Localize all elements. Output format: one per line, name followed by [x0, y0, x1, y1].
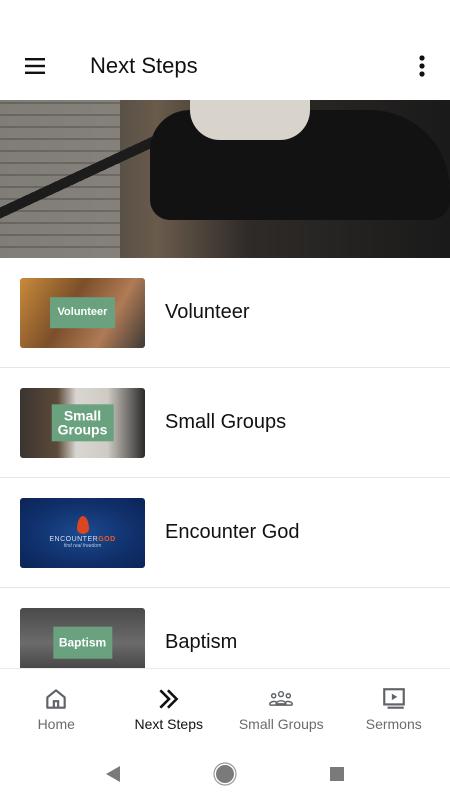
thumbnail-badge: Baptism [52, 626, 113, 659]
list-item-label: Small Groups [165, 411, 287, 433]
list-item-label: Baptism [165, 631, 238, 653]
flame-icon [76, 516, 89, 534]
back-triangle-icon [106, 766, 120, 782]
nav-label: Sermons [365, 715, 422, 732]
system-home-button[interactable] [169, 748, 281, 800]
nav-item-next-steps[interactable]: Next Steps [113, 669, 226, 748]
nav-label: Next Steps [134, 715, 203, 732]
list-item-label: Volunteer [165, 301, 250, 323]
encounter-logo-text: ENCOUNTERGOD [49, 536, 116, 543]
nav-item-sermons[interactable]: Sermons [338, 669, 450, 748]
list-item-label: Encounter God [165, 521, 300, 543]
list-item-small-groups[interactable]: Small Groups Small Groups [0, 368, 450, 478]
group-icon [269, 690, 294, 706]
page-title: Next Steps [90, 53, 198, 78]
encounter-logo-subtitle: find real freedom [63, 543, 102, 549]
encounter-god-thumbnail: ENCOUNTERGOD find real freedom [20, 497, 145, 568]
recents-square-icon [330, 767, 344, 781]
small-groups-thumbnail: Small Groups [20, 387, 145, 458]
app-bar: Next Steps [0, 32, 450, 100]
bottom-navigation: Home Next Steps Small Groups Sermons [0, 668, 450, 748]
system-navigation-bar [0, 748, 450, 800]
menu-button[interactable] [0, 32, 70, 100]
volunteer-thumbnail: Volunteer [20, 277, 145, 348]
baptism-thumbnail: Baptism [20, 607, 145, 668]
hero-image [0, 100, 450, 258]
thumbnail-badge: Volunteer [49, 296, 116, 329]
thumbnail-badge: Small Groups [51, 403, 114, 442]
nav-label: Home [37, 715, 75, 732]
overflow-menu-button[interactable] [394, 32, 450, 100]
hamburger-menu-icon [25, 58, 45, 74]
status-bar [0, 0, 450, 32]
home-circle-icon [213, 762, 237, 786]
nav-item-home[interactable]: Home [0, 669, 113, 748]
nav-label: Small Groups [238, 715, 324, 732]
list-item-encounter-god[interactable]: ENCOUNTERGOD find real freedom Encounter… [0, 478, 450, 588]
nav-item-small-groups[interactable]: Small Groups [225, 669, 338, 748]
double-chevron-right-icon [159, 688, 179, 709]
next-steps-list: Volunteer Volunteer Small Groups Small G… [0, 258, 450, 668]
system-back-button[interactable] [57, 748, 169, 800]
list-item-volunteer[interactable]: Volunteer Volunteer [0, 258, 450, 368]
list-item-baptism[interactable]: Baptism Baptism [0, 588, 450, 668]
home-icon [46, 688, 66, 709]
video-library-icon [382, 687, 405, 709]
system-recents-button[interactable] [281, 748, 393, 800]
more-vert-icon [419, 55, 425, 77]
